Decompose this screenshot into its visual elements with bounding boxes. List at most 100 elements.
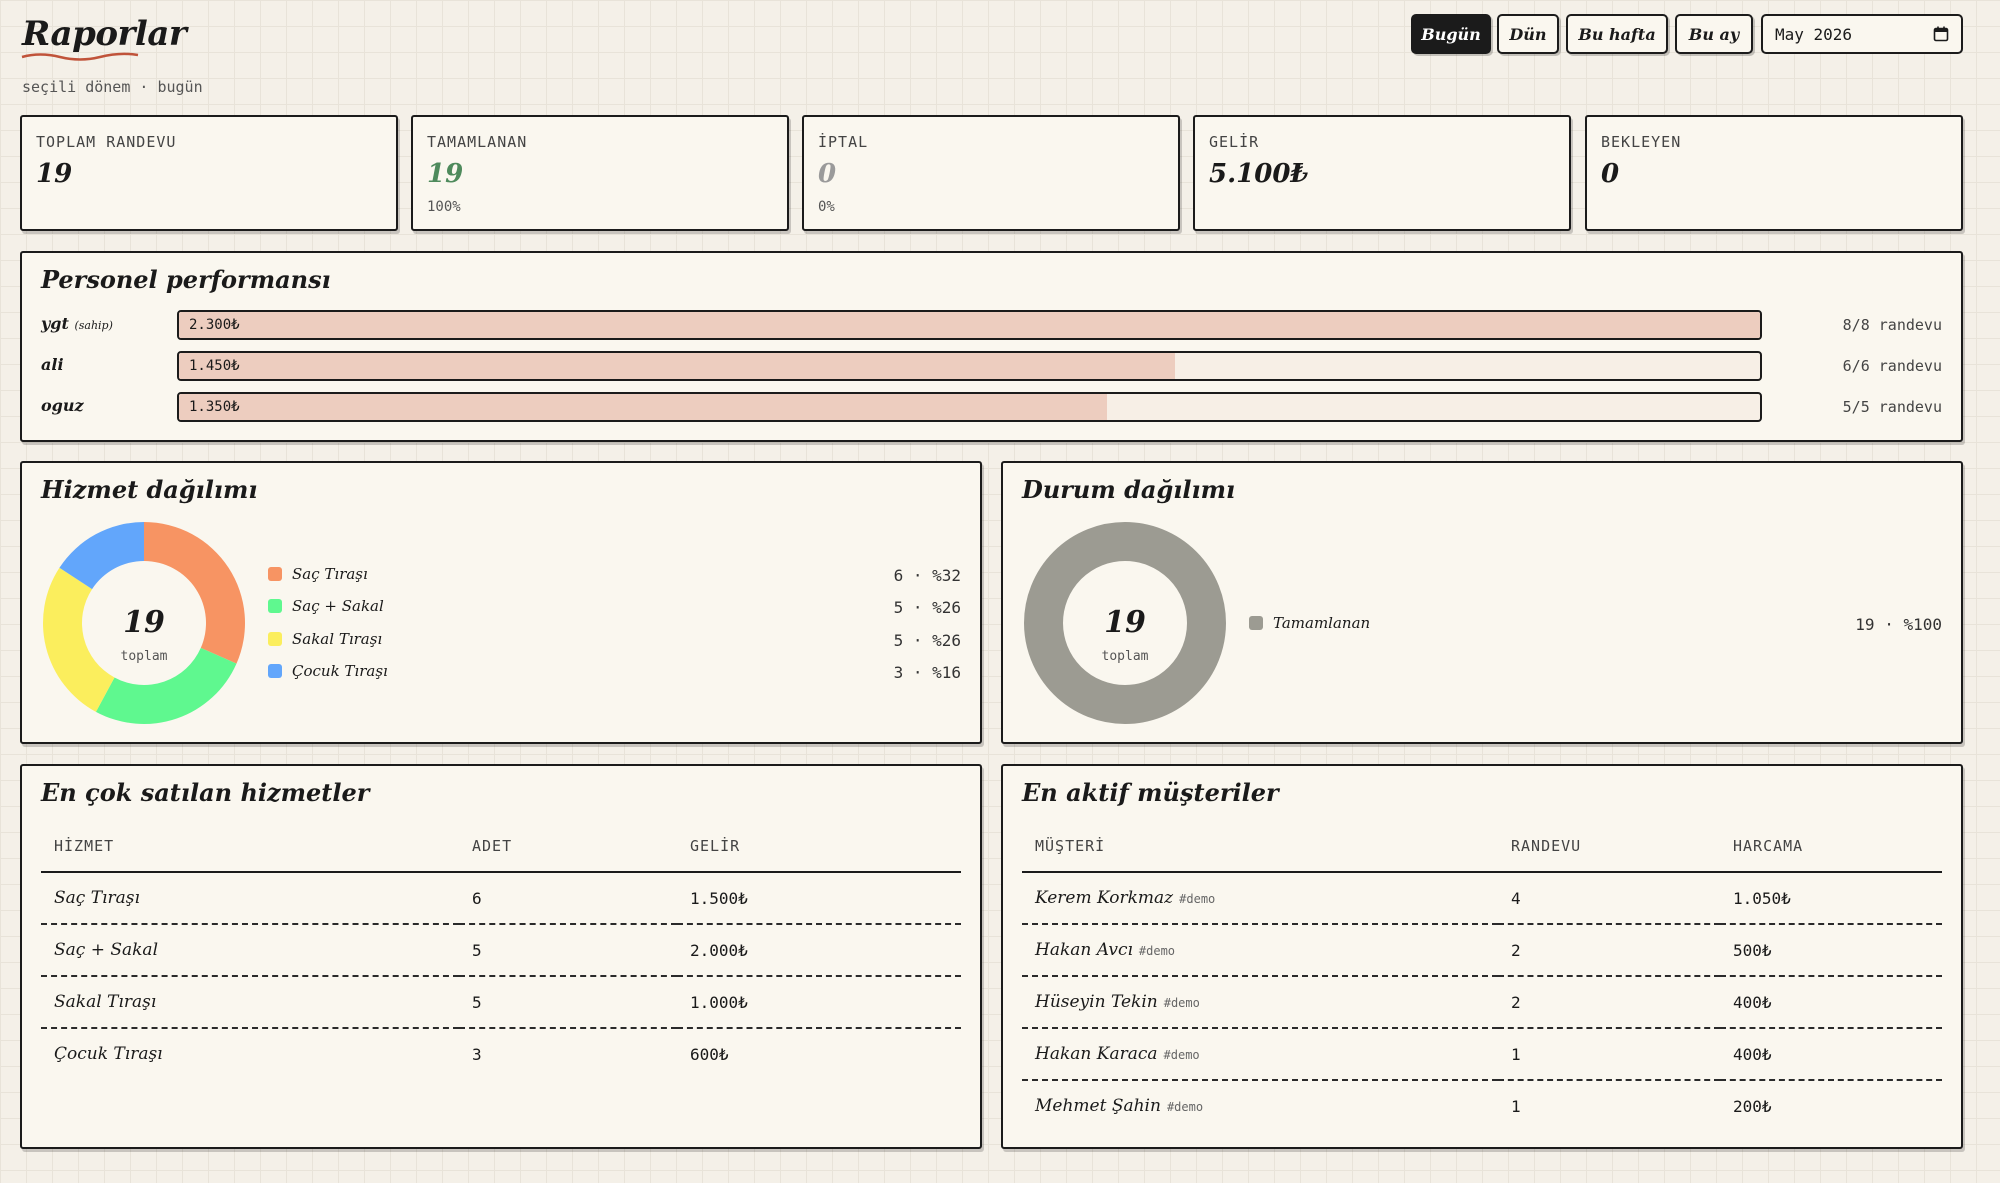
stat-label: GELİR [1209,133,1260,151]
column-header: HİZMET [41,821,459,873]
stat-card-pending: BEKLEYEN 0 [1585,115,1963,231]
donut-slice [144,522,245,664]
revenue-bar-fill [179,312,1760,338]
legend-item: Saç Tıraşı 6 · %32 [268,563,961,589]
this-month-button[interactable]: Bu ay [1675,14,1753,54]
legend-item: Saç + Sakal 5 · %26 [268,595,961,621]
section-title: En çok satılan hizmetler [41,778,370,807]
legend-value: 5 · %26 [893,598,961,617]
period-subtitle: seçili dönem · bugün [22,78,203,96]
staff-row: ali 1.450₺ 6/6 randevu [41,351,1942,381]
legend-value: 5 · %26 [893,631,961,650]
legend-item: Çocuk Tıraşı 3 · %16 [268,660,961,686]
service-revenue: 1.500₺ [677,872,961,925]
legend-item: Sakal Tıraşı 5 · %26 [268,628,961,654]
revenue-amount: 2.300₺ [189,317,240,333]
staff-performance-card: Personel performansı ygt (sahip) 2.300₺ … [20,251,1963,442]
legend-value: 19 · %100 [1855,615,1942,634]
staff-row: oguz 1.350₺ 5/5 randevu [41,392,1942,422]
customer-appointments: 2 [1498,924,1720,977]
service-revenue: 600₺ [690,1044,729,1064]
calendar-icon[interactable] [1933,26,1949,42]
legend-swatch [268,567,282,581]
status-donut-chart: 19 toplam [1024,522,1226,724]
revenue-amount: 1.350₺ [189,399,240,415]
top-customers-table: MÜŞTERİ RANDEVU HARCAMA Kerem Korkmaz #de… [1022,821,1942,1131]
legend-swatch [1249,616,1263,630]
table-row: Hüseyin Tekin #demo 2 400₺ [1022,976,1942,1029]
donut-total-label: toplam [1102,649,1149,664]
stat-value: 0 [1601,159,1620,189]
table-row: Saç + Sakal 5 2.000₺ [41,924,961,977]
section-title: Personel performansı [41,265,331,294]
customer-cell: Hüseyin Tekin #demo [1022,976,1498,1029]
customer-tag: #demo [1166,1100,1204,1114]
section-title: Durum dağılımı [1022,475,1236,504]
legend-label: Saç + Sakal [292,597,384,615]
appointment-count: 8/8 randevu [1842,316,1942,334]
column-header: RANDEVU [1498,821,1720,873]
customer-spend: 500₺ [1720,924,1942,977]
section-title: En aktif müşteriler [1022,778,1279,807]
status-legend: Tamamlanan 19 · %100 [1249,612,1942,642]
customer-cell: Hakan Avcı #demo [1022,924,1498,977]
service-name: Sakal Tıraşı [41,976,459,1029]
customer-tag: #demo [1138,944,1176,958]
stat-value: 5.100₺ [1209,159,1309,189]
customer-tag: #demo [1179,892,1216,906]
service-donut-chart: 19 toplam [43,522,245,724]
legend-swatch [268,632,282,646]
staff-name: ali [41,355,64,374]
customer-cell: Hakan Karaca #demo [1022,1028,1498,1081]
stat-value: 0 [818,159,837,189]
revenue-bar: 2.300₺ [177,310,1762,340]
customer-name: Mehmet Şahin [1035,1096,1161,1116]
customer-appointments: 1 [1498,1028,1720,1081]
table-header-row: MÜŞTERİ RANDEVU HARCAMA [1022,821,1942,873]
customer-name: Kerem Korkmaz [1035,888,1174,908]
service-legend: Saç Tıraşı 6 · %32 Saç + Sakal 5 · %26 S… [268,563,961,683]
appointment-count: 6/6 randevu [1842,357,1942,375]
legend-value: 3 · %16 [893,663,961,682]
customer-appointments: 1 [1511,1096,1521,1116]
customer-tag: #demo [1163,1048,1200,1062]
title-underline [21,52,139,61]
appointment-count: 5/5 randevu [1842,398,1942,416]
yesterday-button[interactable]: Dün [1497,14,1559,54]
stat-label: TAMAMLANAN [427,133,528,151]
customer-tag: #demo [1163,996,1200,1010]
column-header: GELİR [677,821,961,873]
service-count: 3 [472,1044,482,1064]
customer-name: Hakan Avcı [1035,940,1133,960]
stat-label: TOPLAM RANDEVU [36,133,177,151]
stat-label: BEKLEYEN [1601,133,1682,151]
staff-row: ygt (sahip) 2.300₺ 8/8 randevu [41,310,1942,340]
revenue-bar-fill [179,394,1108,420]
page-title: Raporlar [22,14,187,54]
top-services-card: En çok satılan hizmetler HİZMET ADET GEL… [20,764,982,1149]
legend-swatch [268,664,282,678]
donut-total-label: toplam [121,649,168,664]
table-header-row: HİZMET ADET GELİR [41,821,961,873]
stat-card-total: TOPLAM RANDEVU 19 [20,115,398,231]
column-header: ADET [459,821,677,873]
service-name: Saç + Sakal [41,924,459,977]
table-row: Çocuk Tıraşı 3 600₺ [41,1028,961,1079]
revenue-bar-fill [179,353,1176,379]
revenue-bar: 1.450₺ [177,351,1762,381]
month-picker-value: May 2026 [1775,24,1853,44]
revenue-amount: 1.450₺ [189,358,240,374]
stat-sub: 0% [818,199,835,215]
section-title: Hizmet dağılımı [41,475,258,504]
table-row: Hakan Avcı #demo 2 500₺ [1022,924,1942,977]
table-row: Hakan Karaca #demo 1 400₺ [1022,1028,1942,1081]
table-row: Saç Tıraşı 6 1.500₺ [41,872,961,925]
month-picker-input[interactable]: May 2026 [1761,14,1963,54]
this-week-button[interactable]: Bu hafta [1566,14,1668,54]
today-button[interactable]: Bugün [1411,14,1491,54]
service-count: 6 [459,872,677,925]
legend-label: Sakal Tıraşı [292,630,383,648]
service-count: 5 [459,924,677,977]
column-header: HARCAMA [1720,821,1942,873]
customer-cell: Mehmet Şahin #demo [1022,1080,1498,1131]
